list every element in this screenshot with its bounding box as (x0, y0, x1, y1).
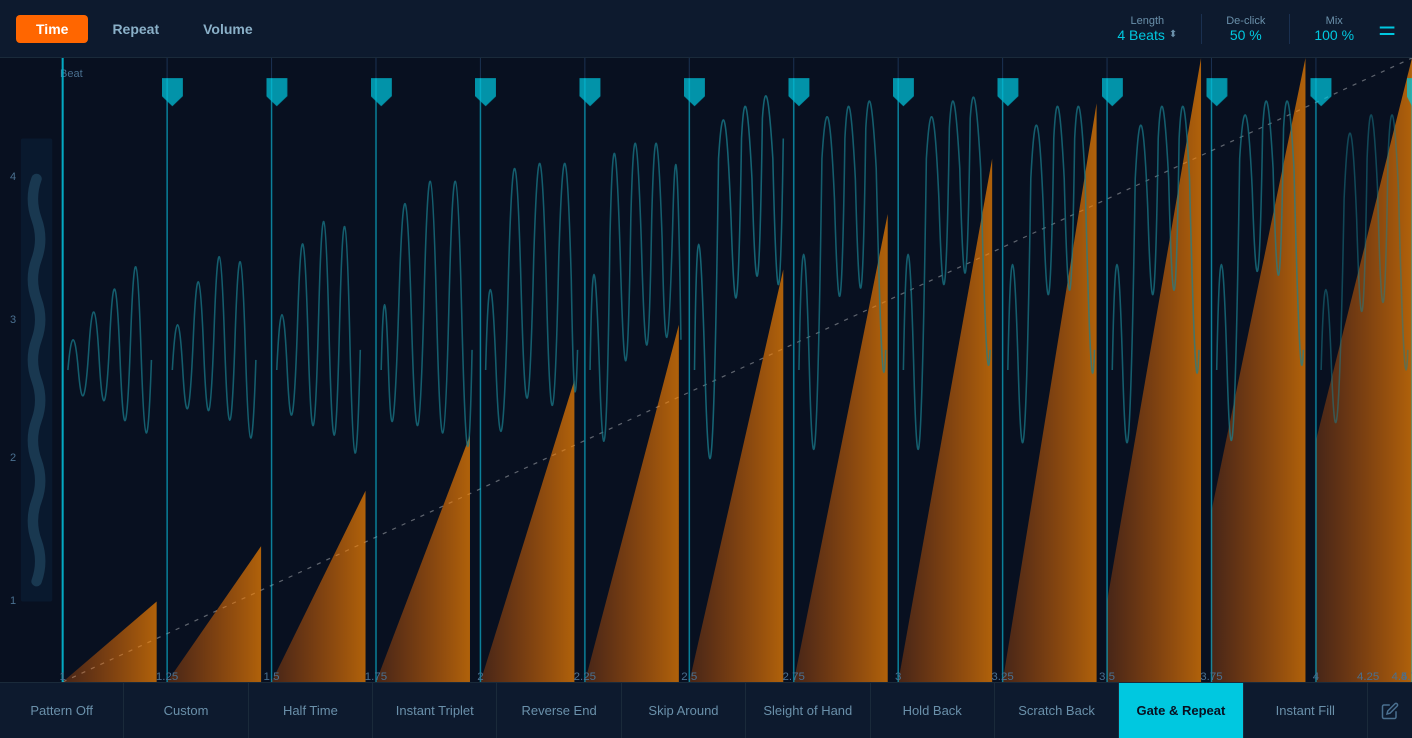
edit-icon (1381, 702, 1399, 720)
hold-back-btn[interactable]: Hold Back (871, 683, 995, 738)
svg-text:2.5: 2.5 (681, 671, 697, 682)
svg-text:1.75: 1.75 (365, 671, 387, 682)
length-arrow-icon: ⬍ (1169, 29, 1177, 40)
pattern-off-btn[interactable]: Pattern Off (0, 683, 124, 738)
declick-value[interactable]: 50 % (1230, 27, 1262, 43)
svg-text:2.75: 2.75 (783, 671, 805, 682)
main-area: Beat 1 2 3 4 (0, 58, 1412, 682)
svg-text:1.25: 1.25 (156, 671, 178, 682)
tab-volume[interactable]: Volume (183, 15, 273, 43)
tab-repeat[interactable]: Repeat (92, 15, 179, 43)
tab-time[interactable]: Time (16, 15, 88, 43)
svg-text:2.25: 2.25 (574, 671, 596, 682)
mix-sliders-icon[interactable]: ⚌ (1378, 16, 1396, 41)
svg-text:4.25: 4.25 (1357, 671, 1379, 682)
instant-fill-btn[interactable]: Instant Fill (1244, 683, 1368, 738)
mix-label: Mix (1326, 15, 1343, 27)
svg-text:3.5: 3.5 (1099, 671, 1115, 682)
mix-value[interactable]: 100 % (1314, 27, 1354, 43)
waveform-svg: 1 1.25 1.5 1.75 2 2.25 2.5 2.75 3 3.25 3… (0, 58, 1412, 682)
svg-text:1.5: 1.5 (264, 671, 280, 682)
gate-repeat-btn[interactable]: Gate & Repeat (1119, 683, 1243, 738)
tab-group: Time Repeat Volume (16, 15, 273, 43)
svg-text:1: 1 (59, 671, 65, 682)
instant-triplet-btn[interactable]: Instant Triplet (373, 683, 497, 738)
mix-control: Mix 100 % (1314, 15, 1354, 43)
length-label: Length (1130, 15, 1164, 27)
reverse-end-btn[interactable]: Reverse End (497, 683, 621, 738)
svg-text:2: 2 (477, 671, 483, 682)
length-value[interactable]: 4 Beats ⬍ (1117, 27, 1177, 43)
bottom-bar: Pattern Off Custom Half Time Instant Tri… (0, 682, 1412, 738)
mini-waveform-left (21, 139, 52, 602)
svg-text:3.75: 3.75 (1200, 671, 1222, 682)
sleight-of-hand-btn[interactable]: Sleight of Hand (746, 683, 870, 738)
svg-text:3.25: 3.25 (991, 671, 1013, 682)
length-control: Length 4 Beats ⬍ (1117, 15, 1177, 43)
custom-btn[interactable]: Custom (124, 683, 248, 738)
svg-text:4: 4 (1313, 671, 1319, 682)
top-bar: Time Repeat Volume Length 4 Beats ⬍ De-c… (0, 0, 1412, 58)
half-time-btn[interactable]: Half Time (249, 683, 373, 738)
declick-label: De-click (1226, 15, 1265, 27)
scratch-back-btn[interactable]: Scratch Back (995, 683, 1119, 738)
edit-icon-btn[interactable] (1368, 683, 1412, 738)
declick-control: De-click 50 % (1226, 15, 1265, 43)
top-bar-controls: Length 4 Beats ⬍ De-click 50 % Mix 100 %… (1117, 14, 1396, 44)
divider-1 (1201, 14, 1202, 44)
divider-2 (1289, 14, 1290, 44)
skip-around-btn[interactable]: Skip Around (622, 683, 746, 738)
app-container: Time Repeat Volume Length 4 Beats ⬍ De-c… (0, 0, 1412, 738)
svg-text:4.75: 4.75 (1401, 671, 1412, 682)
svg-text:3: 3 (895, 671, 901, 682)
